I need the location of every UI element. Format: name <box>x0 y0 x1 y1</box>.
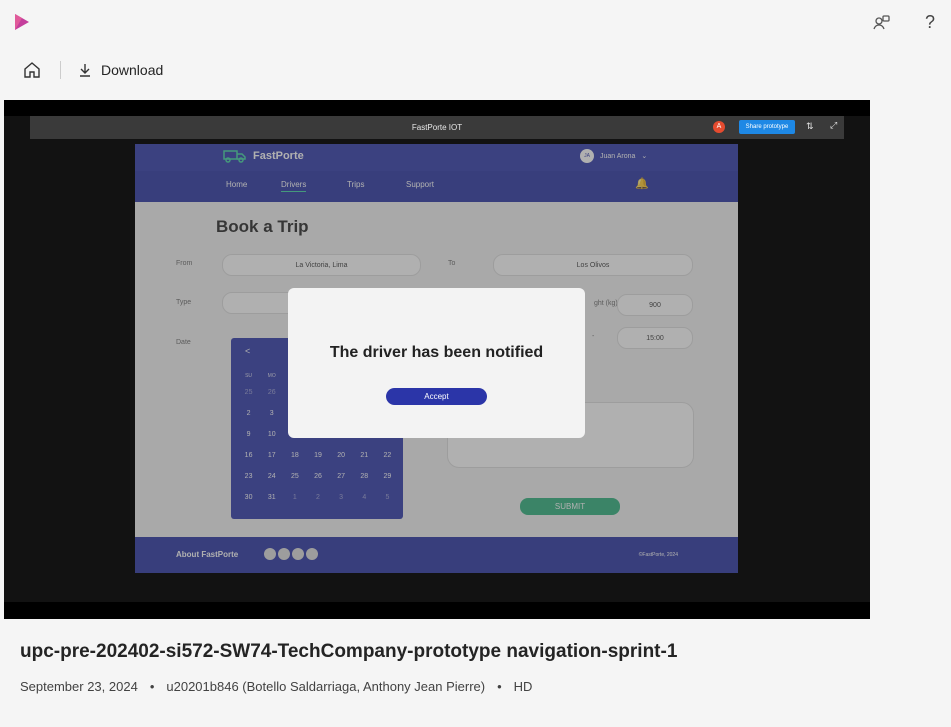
video-meta: September 23, 2024 • u20201b846 (Botello… <box>20 679 532 694</box>
settings-icon: ⇅ <box>806 121 814 131</box>
home-icon <box>24 62 40 78</box>
download-icon <box>80 64 90 77</box>
download-button[interactable]: Download <box>77 62 163 78</box>
meta-separator: • <box>497 679 502 694</box>
video-date: September 23, 2024 <box>20 679 138 694</box>
notification-modal: The driver has been notified Accept <box>288 288 585 438</box>
help-icon[interactable]: ? <box>920 12 940 32</box>
download-label: Download <box>101 62 164 78</box>
prototype-screen: FastPorte JA Juan Arona ⌄ Home Drivers T… <box>135 144 738 573</box>
home-button[interactable] <box>20 58 44 82</box>
modal-message: The driver has been notified <box>329 344 544 361</box>
quality-badge: HD <box>513 679 533 694</box>
fullscreen-icon: ⤢ <box>830 120 838 130</box>
people-icon[interactable] <box>872 12 892 32</box>
prototype-topbar: FastPorte IOT A Share prototype ⇅ ⤢ <box>30 116 844 139</box>
video-title: upc-pre-202402-si572-SW74-TechCompany-pr… <box>20 641 678 662</box>
video-player[interactable]: FastPorte IOT A Share prototype ⇅ ⤢ Fast… <box>4 100 870 619</box>
avatar: A <box>713 121 725 133</box>
video-frame: FastPorte IOT A Share prototype ⇅ ⤢ Fast… <box>4 116 870 602</box>
accept-button: Accept <box>386 388 487 405</box>
video-owner[interactable]: u20201b846 (Botello Saldarriaga, Anthony… <box>166 679 485 694</box>
toolbar: Download <box>20 58 163 82</box>
divider <box>60 61 61 79</box>
meta-separator: • <box>149 679 155 694</box>
stream-logo-icon[interactable] <box>12 12 32 32</box>
share-prototype-button: Share prototype <box>739 120 795 134</box>
